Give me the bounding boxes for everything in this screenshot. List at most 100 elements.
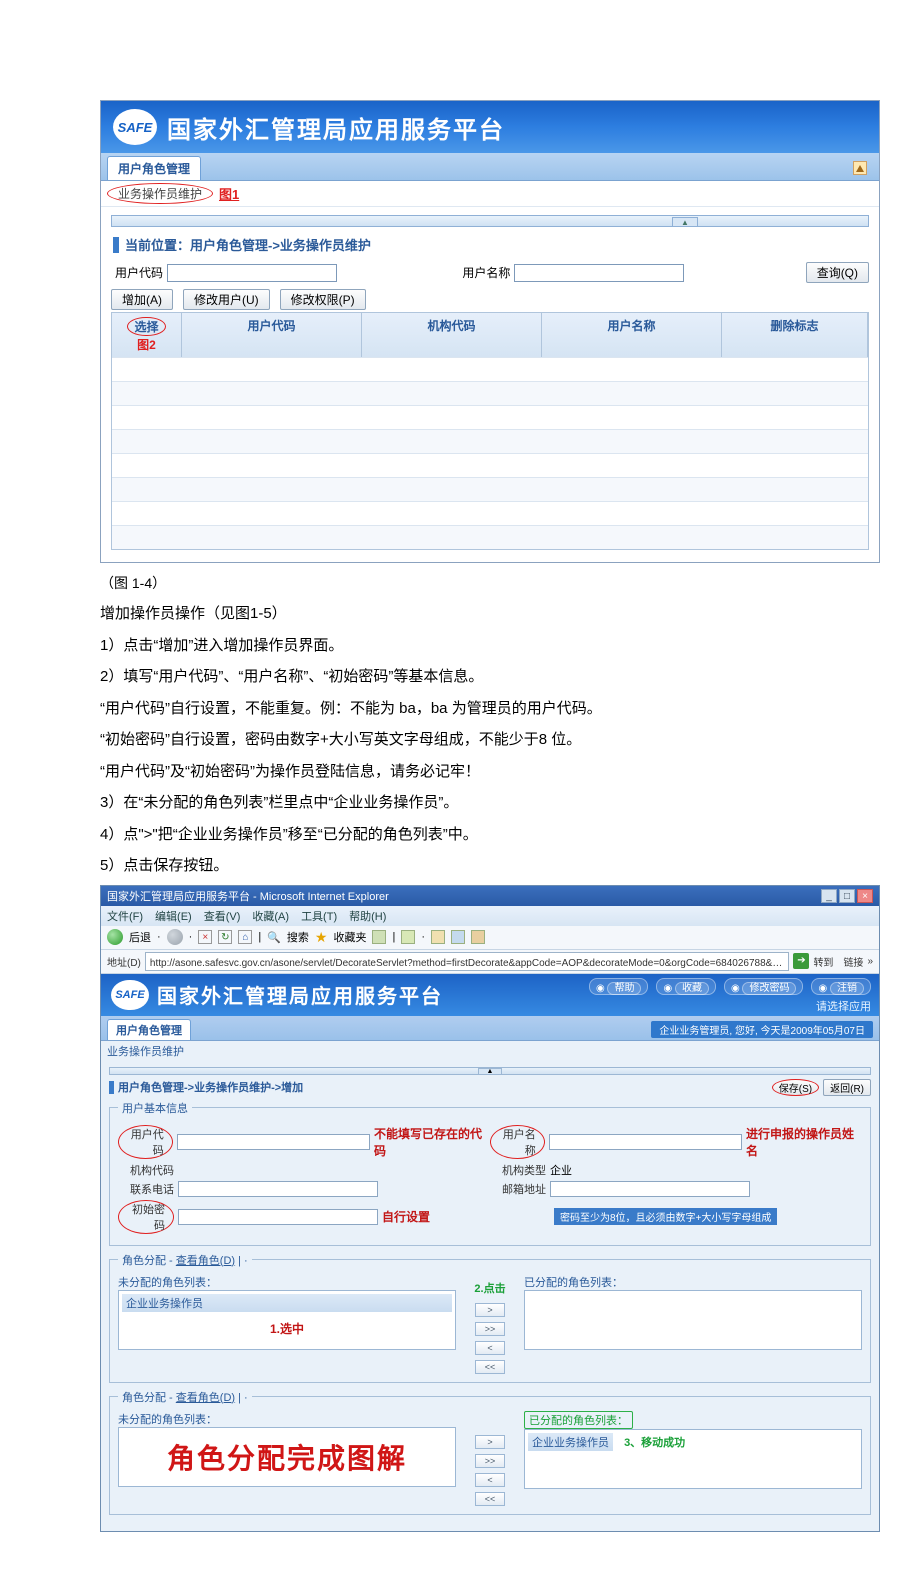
- search-icon[interactable]: 🔍: [267, 931, 281, 944]
- list-item[interactable]: 企业业务操作员: [528, 1433, 613, 1451]
- email-label: 邮箱地址: [490, 1181, 546, 1197]
- chevron-up-icon[interactable]: ▲: [478, 1068, 502, 1075]
- move-all-left-button[interactable]: <<: [475, 1360, 505, 1374]
- window-buttons: _ □ ×: [821, 889, 873, 903]
- pwd-rule-note: 密码至少为8位，且必须由数字+大小写字母组成: [554, 1208, 777, 1225]
- move-all-left-button[interactable]: <<: [475, 1492, 505, 1506]
- unassigned-list[interactable]: 企业业务操作员 1.选中: [118, 1290, 456, 1350]
- up-arrow-icon[interactable]: [853, 161, 867, 175]
- toolbar-misc-icon[interactable]: [372, 930, 386, 944]
- toolbar-misc-icon[interactable]: [401, 930, 415, 944]
- collapse-bar[interactable]: ▲: [109, 1067, 871, 1075]
- move-left-button[interactable]: <: [475, 1473, 505, 1487]
- menu-view[interactable]: 查看(V): [204, 908, 241, 924]
- links-more[interactable]: »: [867, 956, 873, 967]
- minimize-icon[interactable]: _: [821, 889, 837, 903]
- step-3-note: 3、移动成功: [624, 1437, 685, 1449]
- safe-logo: SAFE: [113, 109, 157, 145]
- banner-title: 国家外汇管理局应用服务平台: [157, 980, 443, 1009]
- init-pwd-input[interactable]: [178, 1209, 378, 1225]
- table-row[interactable]: [112, 429, 868, 453]
- move-left-button[interactable]: <: [475, 1341, 505, 1355]
- table-row[interactable]: [112, 477, 868, 501]
- topbtn-chgpwd[interactable]: ◉ 修改密码: [724, 978, 804, 995]
- favorites-label[interactable]: 收藏夹: [333, 929, 366, 945]
- email-input[interactable]: [550, 1181, 750, 1197]
- ie-toolbar: 后退 · · × ↻ ⌂ | 🔍 搜索 ★ 收藏夹 | ·: [101, 926, 879, 950]
- move-all-right-button[interactable]: >>: [475, 1322, 505, 1336]
- refresh-icon[interactable]: ↻: [218, 930, 232, 944]
- topbtn-fav[interactable]: ◉ 收藏: [656, 978, 716, 995]
- view-role-link[interactable]: 查看角色(D): [176, 1392, 235, 1404]
- table-row[interactable]: [112, 405, 868, 429]
- subtab-operator-maint[interactable]: 业务操作员维护: [107, 1046, 184, 1058]
- move-right-button[interactable]: >: [475, 1303, 505, 1317]
- table-row[interactable]: [112, 357, 868, 381]
- move-all-right-button[interactable]: >>: [475, 1454, 505, 1468]
- modify-perm-button[interactable]: 修改权限(P): [280, 289, 366, 310]
- table-row[interactable]: [112, 453, 868, 477]
- chevron-up-icon[interactable]: ▲: [672, 217, 698, 227]
- back-button[interactable]: 返回(R): [823, 1079, 871, 1096]
- maximize-icon[interactable]: □: [839, 889, 855, 903]
- view-role-link[interactable]: 查看角色(D): [176, 1255, 235, 1267]
- phone-input[interactable]: [178, 1181, 378, 1197]
- table-row[interactable]: [112, 381, 868, 405]
- user-code-input[interactable]: [177, 1134, 370, 1150]
- forward-icon[interactable]: [167, 929, 183, 945]
- list-item[interactable]: 企业业务操作员: [122, 1294, 452, 1312]
- stop-icon[interactable]: ×: [198, 930, 212, 944]
- menu-tools[interactable]: 工具(T): [301, 908, 337, 924]
- instr-line: 1）点击“增加”进入增加操作员界面。: [100, 633, 880, 659]
- table-row[interactable]: [112, 501, 868, 525]
- table-row[interactable]: [112, 525, 868, 549]
- menu-file[interactable]: 文件(F): [107, 908, 143, 924]
- home-icon[interactable]: ⌂: [238, 930, 252, 944]
- assigned-list[interactable]: 企业业务操作员 3、移动成功: [524, 1429, 862, 1489]
- menu-fav[interactable]: 收藏(A): [252, 908, 289, 924]
- close-icon[interactable]: ×: [857, 889, 873, 903]
- assigned-label: 已分配的角色列表：: [524, 1411, 633, 1429]
- links-label[interactable]: 链接: [843, 954, 863, 969]
- back-label[interactable]: 后退: [129, 929, 151, 945]
- tab-user-role-mgmt[interactable]: 用户角色管理: [107, 156, 201, 180]
- move-right-button[interactable]: >: [475, 1435, 505, 1449]
- breadcrumb-marker-icon: [113, 237, 119, 253]
- figure-caption: （图 1-4）: [100, 573, 880, 593]
- assigned-list[interactable]: [524, 1290, 862, 1350]
- toolbar-misc-icon[interactable]: [431, 930, 445, 944]
- menu-edit[interactable]: 编辑(E): [155, 908, 192, 924]
- col-user-name: 用户名称: [542, 313, 722, 357]
- screenshot-1: SAFE 国家外汇管理局应用服务平台 用户角色管理 业务操作员维护 图1 ▲ 当…: [100, 100, 880, 563]
- screenshot-2-wrap: 国家外汇管理局应用服务平台 - Microsoft Internet Explo…: [100, 885, 880, 1532]
- user-name-note: 进行申报的操作员姓名: [746, 1125, 862, 1159]
- search-label[interactable]: 搜索: [287, 929, 309, 945]
- choose-app-label[interactable]: 请选择应用: [816, 998, 871, 1014]
- toolbar-misc-icon[interactable]: [471, 930, 485, 944]
- collapse-bar[interactable]: ▲: [111, 215, 869, 227]
- favorites-icon[interactable]: ★: [315, 929, 328, 946]
- back-icon[interactable]: [107, 929, 123, 945]
- user-code-input[interactable]: [167, 264, 337, 282]
- tab-user-role-mgmt[interactable]: 用户角色管理: [107, 1019, 191, 1040]
- user-name-input[interactable]: [549, 1134, 742, 1150]
- ie-menu-bar: 文件(F) 编辑(E) 查看(V) 收藏(A) 工具(T) 帮助(H): [101, 906, 879, 926]
- add-button[interactable]: 增加(A): [111, 289, 173, 310]
- subtab-operator-maint[interactable]: 业务操作员维护: [107, 183, 213, 204]
- menu-help[interactable]: 帮助(H): [349, 908, 386, 924]
- query-button[interactable]: 查询(Q): [806, 262, 869, 283]
- topbtn-help[interactable]: ◉ 帮助: [589, 978, 649, 995]
- go-button[interactable]: ➔: [793, 953, 809, 969]
- modify-user-button[interactable]: 修改用户(U): [183, 289, 270, 310]
- go-label: 转到: [813, 954, 833, 969]
- topbtn-logout[interactable]: ◉ 注销: [811, 978, 871, 995]
- col-select: 选择 图2: [112, 313, 182, 357]
- user-name-input[interactable]: [514, 264, 684, 282]
- instr-line: 增加操作员操作（见图1-5）: [100, 601, 880, 627]
- save-button[interactable]: 保存(S): [772, 1079, 819, 1096]
- breadcrumb: 当前位置：用户角色管理->业务操作员维护: [111, 231, 869, 258]
- address-input[interactable]: http://asone.safesvc.gov.cn/asone/servle…: [145, 952, 790, 971]
- toolbar-misc-icon[interactable]: [451, 930, 465, 944]
- unassigned-list[interactable]: 角色分配完成图解: [118, 1427, 456, 1487]
- window-title: 国家外汇管理局应用服务平台 - Microsoft Internet Explo…: [107, 888, 389, 904]
